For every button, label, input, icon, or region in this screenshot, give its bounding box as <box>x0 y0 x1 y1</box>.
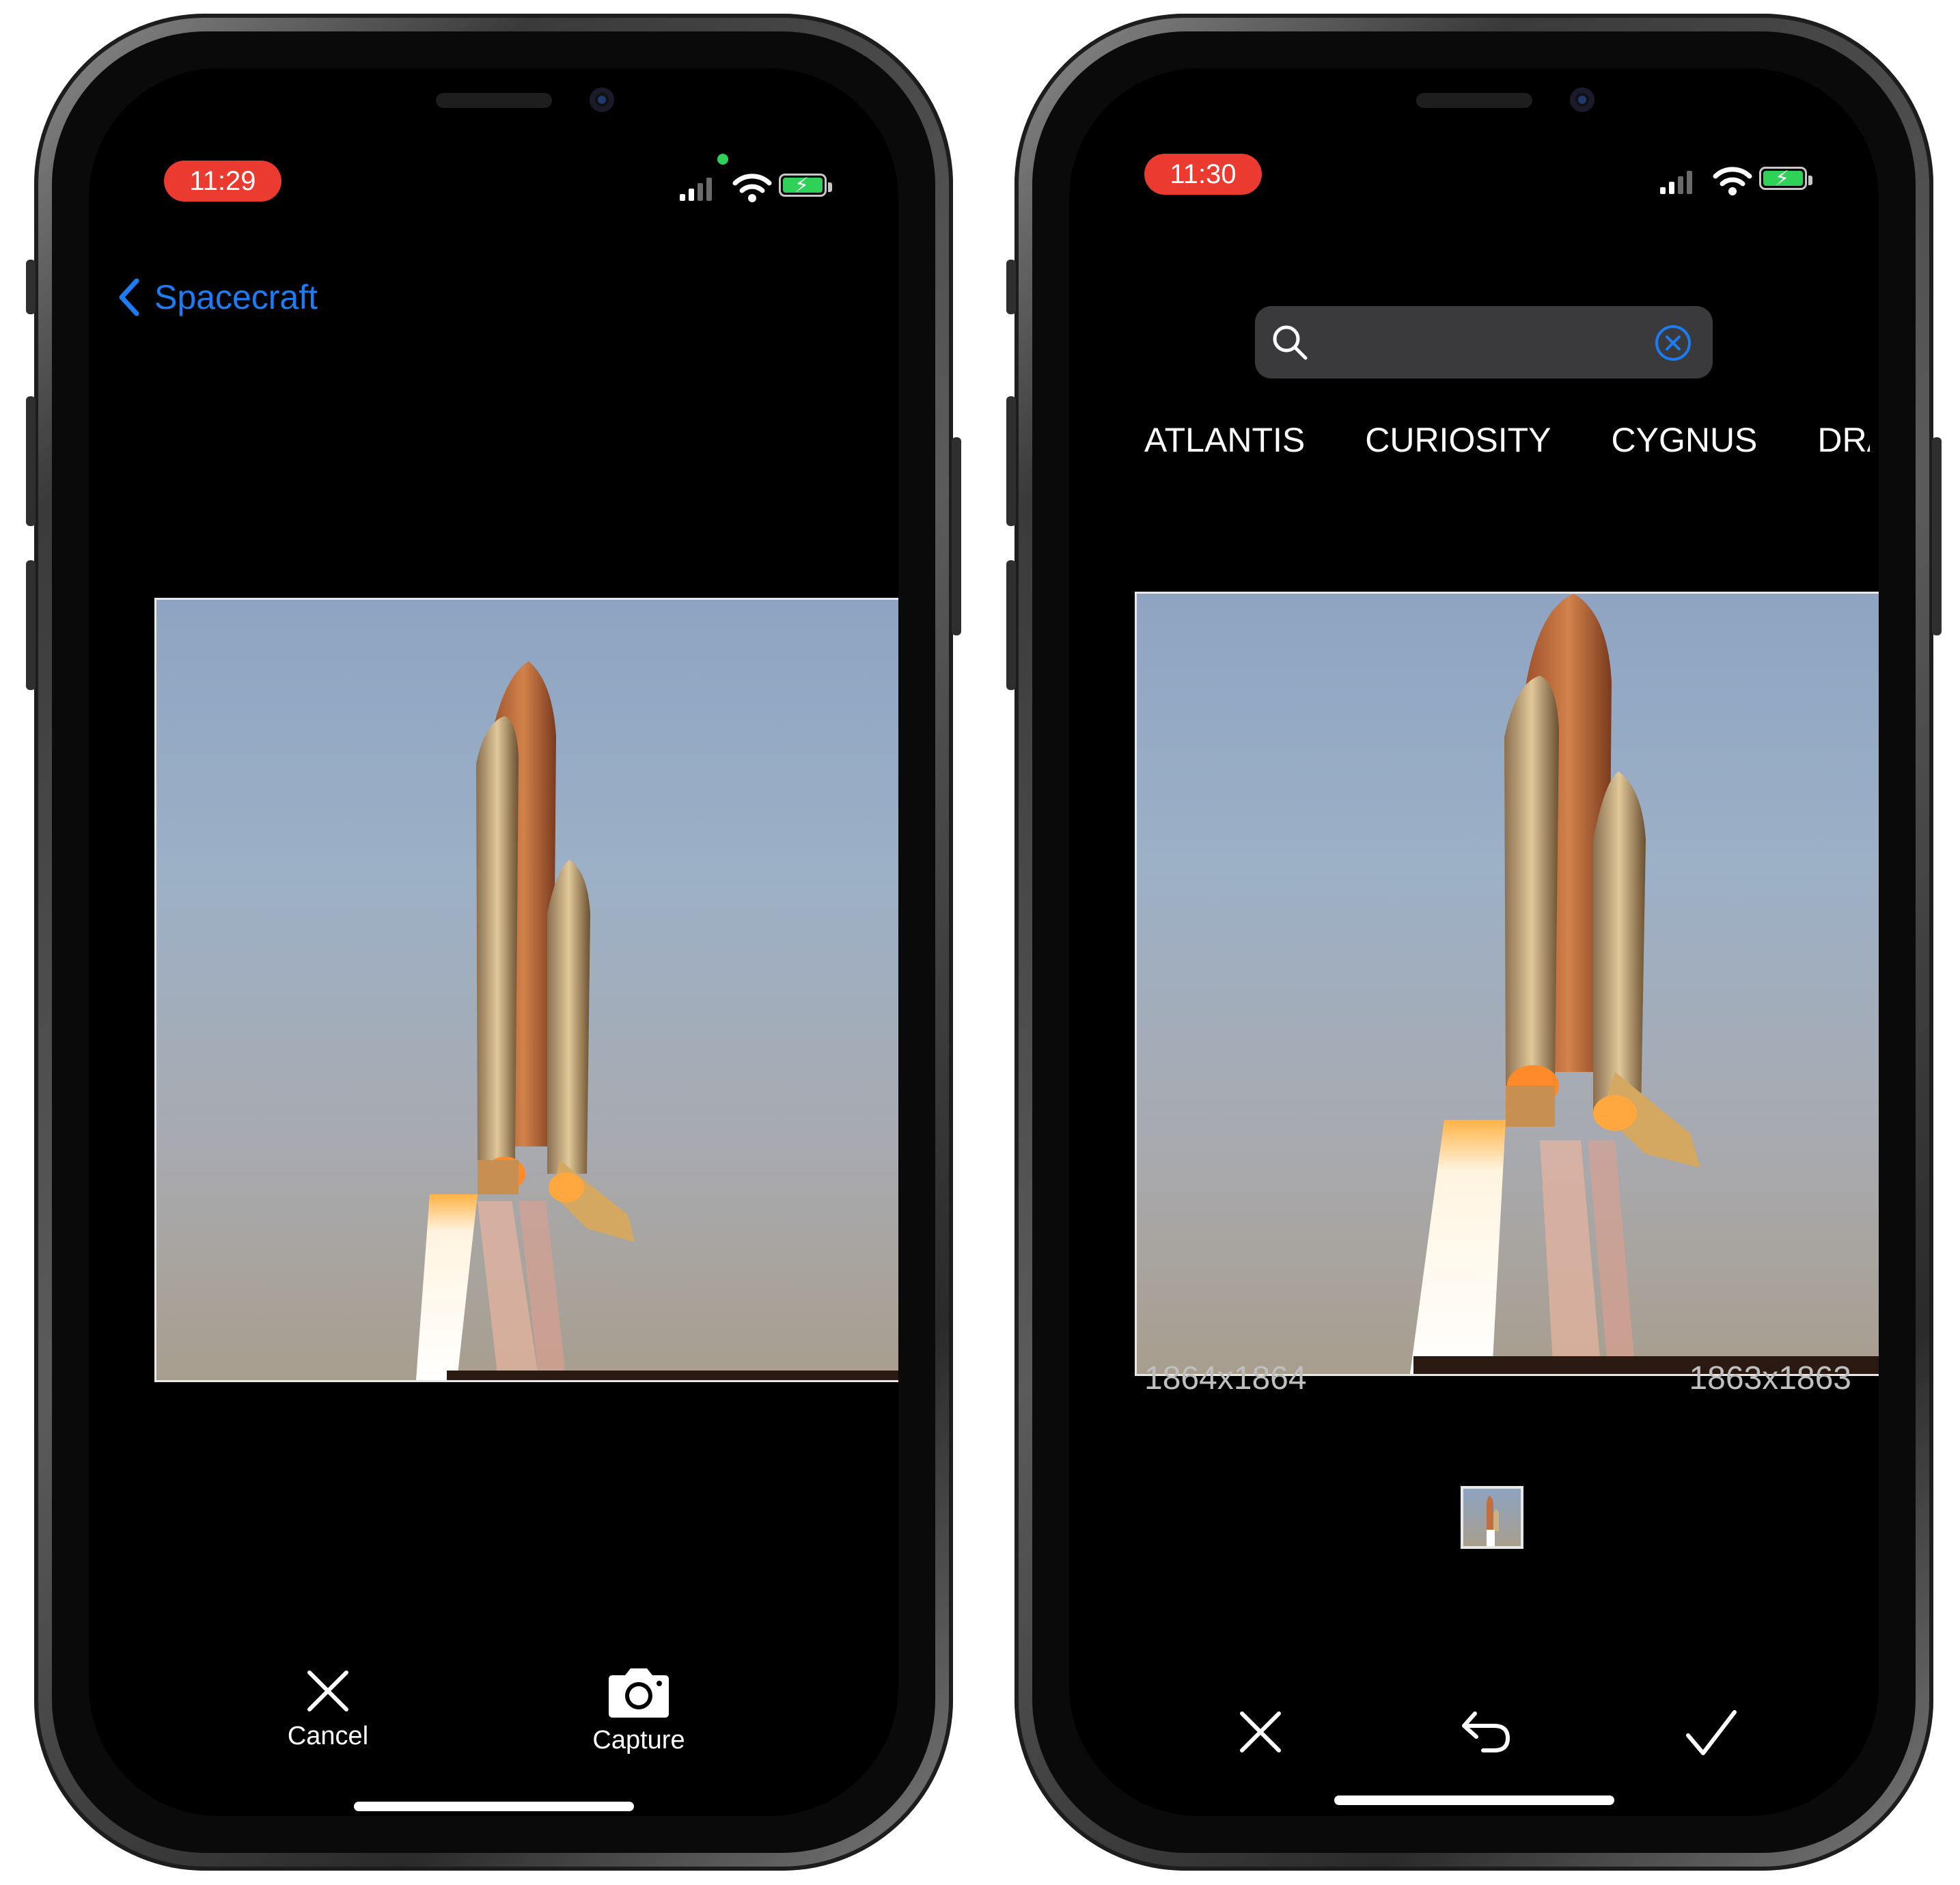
signal-bar-1 <box>1660 187 1666 194</box>
side-button <box>1932 437 1942 635</box>
space-shuttle-launch-image <box>416 661 635 1380</box>
search-input[interactable] <box>1320 320 1637 366</box>
volume-up-button <box>1006 396 1016 526</box>
space-shuttle-launch-image <box>1410 594 1700 1374</box>
undo-icon <box>1462 1711 1510 1752</box>
front-camera <box>1569 87 1595 112</box>
notch <box>1238 68 1710 154</box>
phone-left: 11:29 ⚡ Spacecraft Cancel Capture <box>26 14 961 1871</box>
clear-circle-icon[interactable] <box>1654 324 1692 362</box>
wifi-icon <box>1713 167 1752 195</box>
home-indicator[interactable] <box>1334 1795 1614 1805</box>
signal-bar-3 <box>698 183 703 201</box>
signal-bar-2 <box>1669 182 1674 194</box>
camera-preview-image <box>154 598 898 1382</box>
mute-switch <box>1006 260 1016 314</box>
battery-icon: ⚡ <box>1759 167 1812 190</box>
search-field[interactable] <box>1255 306 1713 379</box>
cancel-button[interactable]: Cancel <box>260 1667 396 1751</box>
camera-icon <box>609 1668 669 1718</box>
cancel-label: Cancel <box>287 1722 369 1750</box>
screen-left: 11:29 ⚡ Spacecraft Cancel Capture <box>89 68 898 1816</box>
speaker <box>435 93 552 108</box>
confirm-button[interactable] <box>1677 1708 1745 1765</box>
notch <box>258 68 730 154</box>
cropped-dimensions: 1863x1863 <box>1689 1360 1851 1396</box>
image-thumbnail[interactable] <box>1461 1486 1523 1549</box>
undo-button[interactable] <box>1452 1708 1520 1763</box>
chevron-left-icon <box>119 278 139 316</box>
mute-switch <box>26 260 36 314</box>
volume-down-button <box>26 560 36 690</box>
close-icon <box>1240 1711 1281 1752</box>
tag-item[interactable]: ATLANTIS <box>1144 420 1305 460</box>
search-icon <box>1273 325 1308 360</box>
tag-item[interactable]: CURIOSITY <box>1365 420 1551 460</box>
selected-image-preview <box>1135 592 1879 1376</box>
checkmark-icon <box>1686 1710 1737 1755</box>
original-dimensions: 1864x1864 <box>1144 1360 1307 1396</box>
front-camera <box>589 87 614 112</box>
signal-bar-1 <box>680 194 685 201</box>
status-time[interactable]: 11:29 <box>164 161 281 202</box>
back-label: Spacecraft <box>154 278 318 316</box>
bezel: 11:29 ⚡ Spacecraft Cancel Capture <box>52 31 935 1853</box>
side-button <box>952 437 961 635</box>
volume-down-button <box>1006 560 1016 690</box>
capture-label: Capture <box>592 1726 685 1755</box>
volume-up-button <box>26 396 36 526</box>
tag-strip[interactable]: ATLANTIS CURIOSITY CYGNUS DRA <box>1144 420 1870 460</box>
bezel: 11:30 ⚡ ATLANTIS CURIOSITY CYGNUS DR 186… <box>1032 31 1916 1853</box>
status-icons: ⚡ <box>1660 164 1812 198</box>
discard-button[interactable] <box>1226 1708 1295 1763</box>
speaker <box>1416 93 1532 108</box>
battery-icon: ⚡ <box>779 174 832 197</box>
camera-in-use-indicator <box>717 154 728 165</box>
home-indicator[interactable] <box>353 1802 634 1811</box>
signal-bar-3 <box>1678 176 1683 194</box>
status-icons: ⚡ <box>680 171 832 205</box>
back-button[interactable]: Spacecraft <box>116 273 318 321</box>
signal-bar-2 <box>689 189 694 201</box>
video-caption-bar <box>447 1371 898 1380</box>
tag-item[interactable]: DRA <box>1817 420 1870 460</box>
signal-bar-4 <box>706 178 712 201</box>
signal-bar-4 <box>1687 171 1692 194</box>
status-time[interactable]: 11:30 <box>1144 154 1262 195</box>
screen-right: 11:30 ⚡ ATLANTIS CURIOSITY CYGNUS DR 186… <box>1069 68 1879 1816</box>
tag-item[interactable]: CYGNUS <box>1611 420 1757 460</box>
wifi-icon <box>732 174 772 202</box>
close-icon <box>307 1670 348 1711</box>
capture-button[interactable]: Capture <box>570 1667 707 1755</box>
phone-right: 11:30 ⚡ ATLANTIS CURIOSITY CYGNUS DR 186… <box>1006 14 1942 1871</box>
thumbnail-image <box>1487 1496 1499 1546</box>
